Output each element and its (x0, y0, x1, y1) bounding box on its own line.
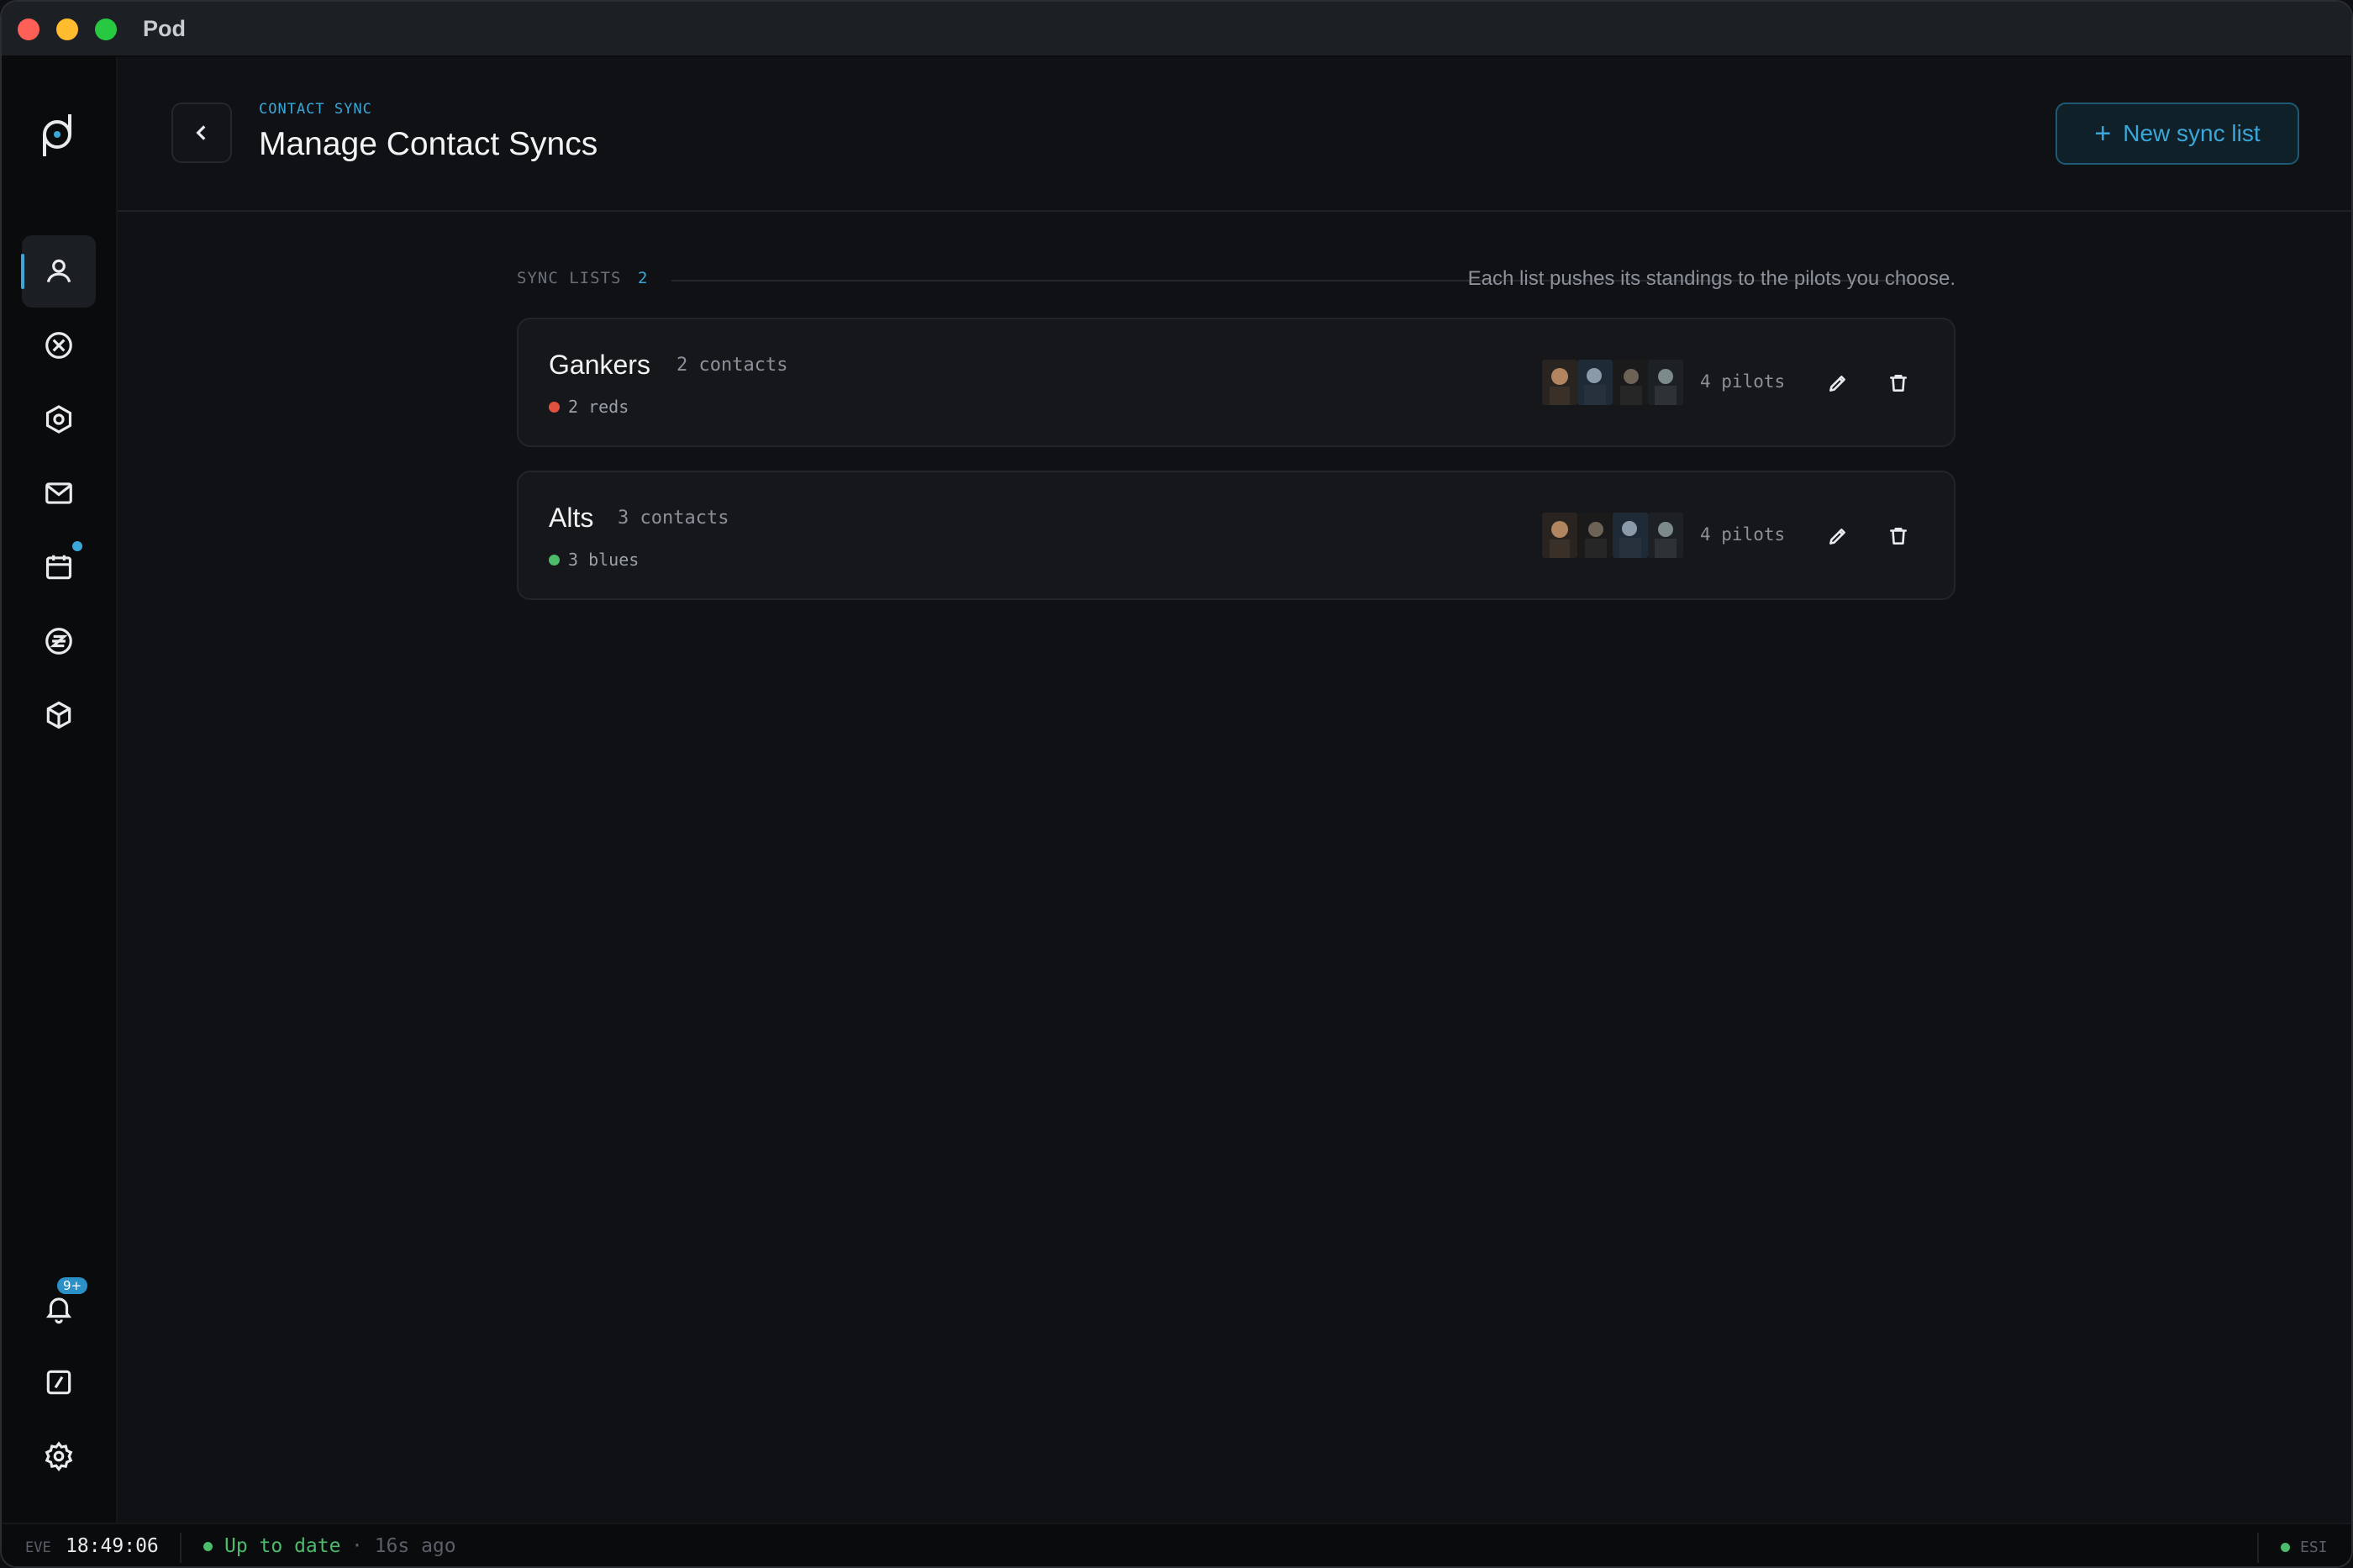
esi-status: ESI (2281, 1539, 2328, 1556)
sidebar-item-notifications[interactable]: 9+ (22, 1272, 96, 1344)
sidebar-item-mail[interactable] (22, 457, 96, 529)
app-window: Pod 9+ CONTACT SYNC Manage Contact Syncs… (0, 0, 2353, 1568)
sync-list-standing: 2 reds (549, 397, 629, 417)
new-sync-list-button[interactable]: + New sync list (2056, 103, 2299, 165)
sync-list-contacts: 3 contacts (618, 508, 729, 529)
pilot-avatars (1542, 360, 1683, 405)
avatar (1613, 513, 1648, 558)
bell-icon (45, 1297, 72, 1324)
eve-clock-time: 18:49:06 (66, 1535, 159, 1557)
plus-icon: + (2094, 118, 2112, 150)
divider (180, 1533, 182, 1563)
pilot-count: 4 pilots (1700, 371, 1786, 392)
page-title: Manage Contact Syncs (259, 126, 598, 162)
avatar (1577, 513, 1613, 558)
hexagon-icon (45, 405, 72, 434)
divider (2257, 1533, 2259, 1563)
sidebar-item-contacts[interactable] (21, 235, 96, 308)
delete-button[interactable] (1878, 516, 1919, 556)
mail-icon (45, 482, 72, 504)
notification-count-badge: 9+ (57, 1277, 88, 1294)
back-button[interactable] (171, 103, 232, 163)
sidebar: 9+ (2, 57, 118, 1523)
app-title: Pod (143, 16, 186, 41)
avatar (1542, 513, 1577, 558)
pencil-icon (1829, 529, 1845, 545)
person-icon (46, 259, 71, 283)
gear-icon (45, 1441, 73, 1471)
avatar (1542, 360, 1577, 405)
circle-x-icon (45, 332, 72, 359)
notification-dot (72, 541, 82, 551)
pencil-icon (1829, 376, 1845, 392)
sidebar-item-settings[interactable] (22, 1420, 96, 1492)
new-sync-list-label: New sync list (2123, 120, 2261, 146)
avatar (1613, 360, 1648, 405)
pilot-count: 4 pilots (1700, 524, 1786, 545)
sidebar-item-assets[interactable] (22, 679, 96, 751)
standing-label: 2 reds (568, 397, 629, 417)
section-hint: Each list pushes its standings to the pi… (1467, 267, 1956, 290)
status-bar: EVE 18:49:06 Up to date · 16s ago ESI (2, 1523, 2351, 1566)
sync-list-name: Alts (549, 502, 594, 533)
trash-icon (1890, 528, 1907, 545)
page-header: CONTACT SYNC Manage Contact Syncs + New … (118, 57, 2351, 212)
edit-button[interactable] (1818, 363, 1858, 403)
minimize-window-button[interactable] (56, 18, 78, 40)
cube-icon (46, 701, 71, 729)
sync-list-name: Gankers (549, 350, 650, 380)
calendar-icon (45, 555, 72, 580)
blue-standing-dot (549, 554, 560, 566)
close-window-button[interactable] (18, 18, 39, 40)
z-coin-icon (45, 628, 72, 655)
delete-button[interactable] (1878, 363, 1919, 403)
eve-clock-label: EVE (25, 1539, 51, 1556)
esi-label: ESI (2300, 1539, 2328, 1556)
red-standing-dot (549, 401, 560, 413)
sidebar-item-command[interactable] (22, 1346, 96, 1418)
avatar (1648, 360, 1683, 405)
chevron-left-icon (196, 125, 206, 140)
sync-list-card[interactable]: Gankers 2 contacts 2 reds 4 pilots (517, 318, 1956, 447)
sidebar-item-calendar[interactable] (22, 531, 96, 603)
trash-icon (1890, 375, 1907, 392)
status-dot (203, 1541, 213, 1551)
avatar (1648, 513, 1683, 558)
section-count: 2 (638, 269, 648, 287)
standing-label: 3 blues (568, 550, 640, 570)
breadcrumb: CONTACT SYNC (259, 101, 372, 118)
sidebar-item-structures[interactable] (22, 383, 96, 455)
sync-status-label: Up to date (224, 1535, 341, 1557)
sidebar-item-wallet[interactable] (22, 605, 96, 677)
sync-list-card[interactable]: Alts 3 contacts 3 blues 4 pilots (517, 471, 1956, 600)
avatar (1577, 360, 1613, 405)
section-label: SYNC LISTS (517, 269, 622, 287)
pilot-avatars (1542, 513, 1683, 558)
slash-box-icon (46, 1370, 71, 1395)
pod-logo-icon (43, 114, 71, 156)
sync-status-age: · 16s ago (351, 1535, 456, 1557)
sync-lists-header: SYNC LISTS 2 Each list pushes its standi… (517, 267, 1956, 294)
sync-list-standing: 3 blues (549, 550, 639, 570)
sync-status: Up to date (203, 1535, 340, 1557)
zoom-window-button[interactable] (95, 18, 117, 40)
sidebar-item-killboard[interactable] (22, 309, 96, 381)
esi-status-dot (2281, 1543, 2290, 1552)
title-bar: Pod (2, 2, 2351, 57)
sync-list-contacts: 2 contacts (676, 355, 788, 376)
edit-button[interactable] (1818, 516, 1858, 556)
